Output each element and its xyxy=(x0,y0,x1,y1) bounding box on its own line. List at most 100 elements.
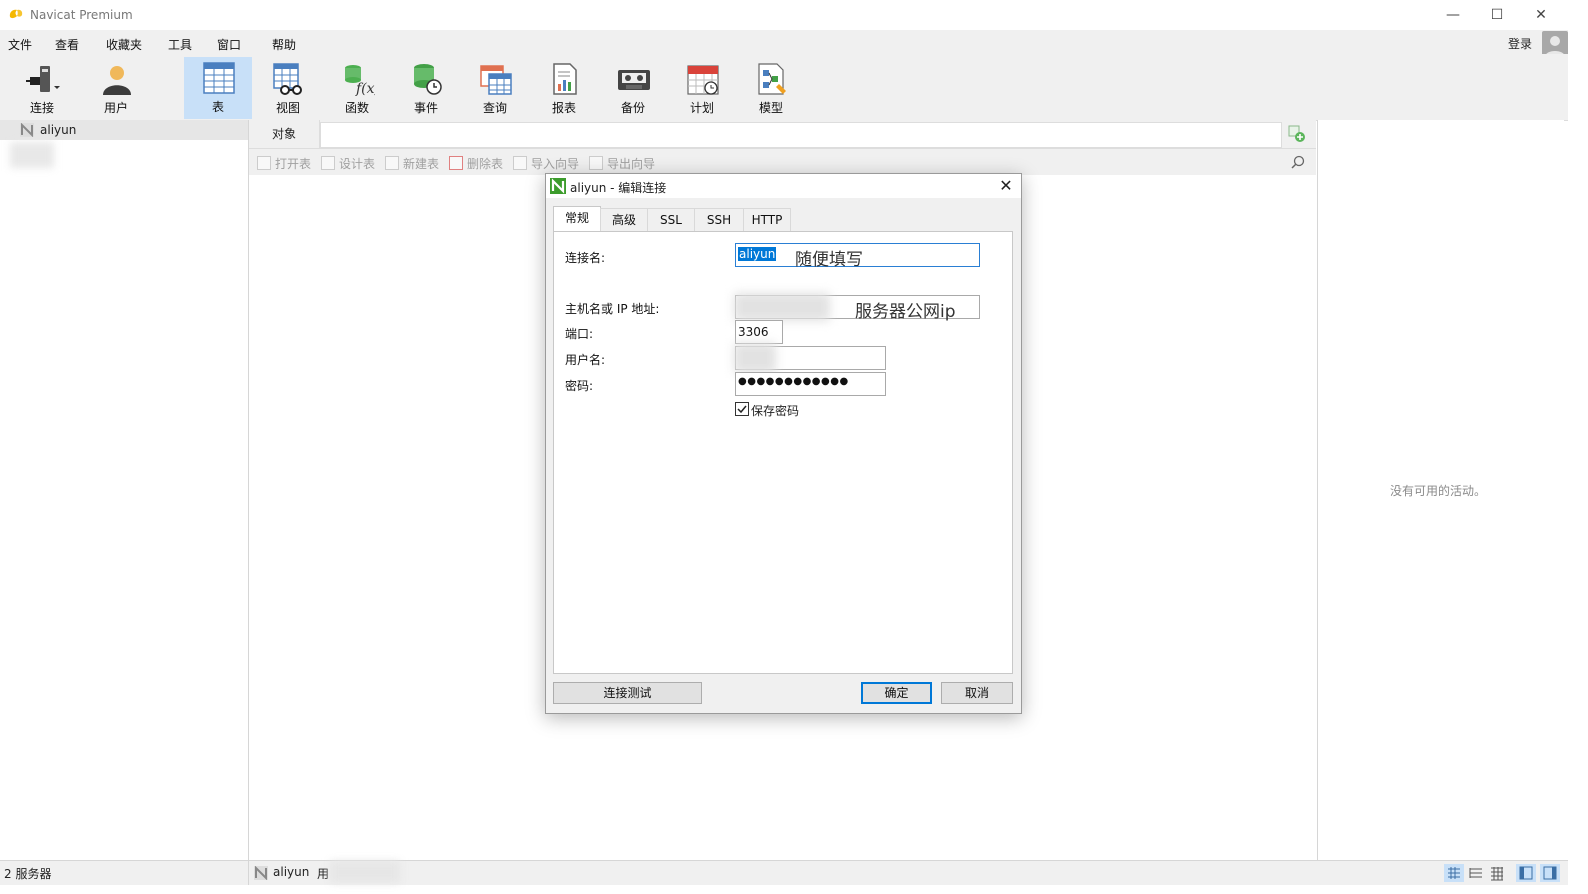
design-table-button[interactable]: 设计表 xyxy=(321,155,375,172)
minimize-button[interactable]: — xyxy=(1430,0,1476,30)
delete-table-button[interactable]: 删除表 xyxy=(449,155,503,172)
search-icon[interactable] xyxy=(1291,155,1305,169)
open-table-label: 打开表 xyxy=(275,157,312,171)
username-input[interactable] xyxy=(734,343,886,373)
toolbar-table-button[interactable]: 表 xyxy=(184,57,252,119)
import-wizard-button[interactable]: 导入向导 xyxy=(513,155,579,172)
save-password-label: 保存密码 xyxy=(751,404,800,418)
menu-help[interactable]: 帮助 xyxy=(272,36,296,53)
port-input[interactable]: 3306 xyxy=(735,320,783,344)
port-label: 端口: xyxy=(565,327,594,341)
new-table-button[interactable]: 新建表 xyxy=(385,155,439,172)
toolbar-connect-button[interactable]: 连接 xyxy=(8,58,76,118)
panel-left-icon xyxy=(1519,866,1533,880)
toggle-left-panel-button[interactable] xyxy=(1516,864,1536,882)
import-wizard-icon xyxy=(513,156,527,170)
menu-window[interactable]: 窗口 xyxy=(217,36,241,53)
dialog-close-button[interactable]: ✕ xyxy=(992,174,1020,198)
delete-table-label: 删除表 xyxy=(467,157,504,171)
port-value: 3306 xyxy=(738,325,769,339)
toggle-right-panel-button[interactable] xyxy=(1540,864,1560,882)
tab-advanced[interactable]: 高级 xyxy=(600,208,648,231)
view-icons-button[interactable] xyxy=(1444,864,1464,882)
toolbar-schedule-label: 计划 xyxy=(689,101,714,115)
toolbar-model-button[interactable]: 模型 xyxy=(737,58,805,118)
toolbar-event-button[interactable]: 事件 xyxy=(392,58,460,118)
query-icon xyxy=(480,65,512,95)
status-user: 用 xyxy=(317,867,330,881)
tree-item-aliyun[interactable]: aliyun xyxy=(0,120,248,140)
user-icon xyxy=(103,66,131,95)
new-tab-icon[interactable] xyxy=(1288,125,1306,143)
dialog-title: aliyun - 编辑连接 xyxy=(570,181,667,195)
design-table-icon xyxy=(321,156,335,170)
export-wizard-icon xyxy=(589,156,603,170)
toolbar-function-button[interactable]: f(x) 函数 xyxy=(323,58,391,118)
list-view-icon[interactable] xyxy=(1467,864,1485,882)
general-tab-panel: 连接名: aliyun 随便填写 主机名或 IP 地址: 服务器公网ip 端口:… xyxy=(553,231,1013,674)
svg-text:f(x): f(x) xyxy=(355,81,375,96)
cancel-button[interactable]: 取消 xyxy=(941,682,1013,704)
tab-general[interactable]: 常规 xyxy=(553,206,601,232)
title-bar: Navicat Premium — ☐ ✕ xyxy=(0,0,1568,31)
toolbar-view-button[interactable]: 视图 xyxy=(254,58,322,118)
menu-view[interactable]: 查看 xyxy=(55,36,79,53)
menu-tools[interactable]: 工具 xyxy=(168,36,192,53)
menu-bar: 文件 查看 收藏夹 工具 窗口 帮助 xyxy=(0,30,1568,54)
password-input[interactable]: ●●●●●●●●●●●● xyxy=(735,372,886,396)
toolbar-backup-button[interactable]: 备份 xyxy=(599,58,667,118)
conn-name-label: 连接名: xyxy=(565,251,606,265)
schedule-icon xyxy=(687,65,719,95)
toolbar-query-button[interactable]: 查询 xyxy=(461,58,529,118)
save-password-checkbox[interactable] xyxy=(735,402,749,416)
object-filter-input[interactable] xyxy=(320,122,1282,148)
toolbar-connect-label: 连接 xyxy=(29,101,54,115)
ok-button[interactable]: 确定 xyxy=(861,682,932,704)
view-icon xyxy=(273,63,302,95)
main-toolbar: 连接 用户 表 视图 f(x) xyxy=(0,54,1568,121)
connection-icon xyxy=(20,123,34,137)
test-connection-button[interactable]: 连接测试 xyxy=(553,682,702,704)
menu-file[interactable]: 文件 xyxy=(8,36,32,53)
host-input[interactable]: 服务器公网ip xyxy=(734,293,980,322)
open-table-button[interactable]: 打开表 xyxy=(257,155,311,172)
password-label: 密码: xyxy=(565,379,594,393)
maximize-button[interactable]: ☐ xyxy=(1474,0,1520,30)
edit-connection-dialog: aliyun - 编辑连接 ✕ 常规 高级 SSL SSH HTTP 连接名: … xyxy=(545,173,1022,714)
activity-panel: 没有可用的活动。 xyxy=(1317,120,1564,860)
host-note: 服务器公网ip xyxy=(855,302,956,322)
status-bar: 2 服务器 aliyun 用 xyxy=(0,860,1568,885)
tab-http[interactable]: HTTP xyxy=(743,208,791,231)
redacted-region xyxy=(734,343,776,373)
function-icon: f(x) xyxy=(345,65,375,96)
tab-ssh[interactable]: SSH xyxy=(694,208,744,231)
toolbar-query-label: 查询 xyxy=(482,101,507,115)
event-icon xyxy=(414,64,442,95)
tab-ssl[interactable]: SSL xyxy=(647,208,695,231)
tab-objects[interactable]: 对象 xyxy=(249,120,320,148)
toolbar-report-button[interactable]: 报表 xyxy=(530,58,598,118)
login-link[interactable]: 登录 xyxy=(1508,35,1532,52)
connection-tree: aliyun xyxy=(0,120,249,860)
toolbar-user-button[interactable]: 用户 xyxy=(82,58,150,118)
conn-name-input[interactable]: aliyun 随便填写 xyxy=(735,243,980,270)
close-window-button[interactable]: ✕ xyxy=(1518,0,1564,30)
table-icon xyxy=(203,62,235,94)
open-table-icon xyxy=(257,156,271,170)
toolbar-event-label: 事件 xyxy=(413,101,438,115)
design-table-label: 设计表 xyxy=(339,157,376,171)
export-wizard-button[interactable]: 导出向导 xyxy=(589,155,655,172)
detail-view-icon[interactable] xyxy=(1488,864,1506,882)
delete-table-icon xyxy=(449,156,463,170)
toolbar-user-label: 用户 xyxy=(103,101,128,115)
host-label: 主机名或 IP 地址: xyxy=(565,302,660,316)
connection-icon xyxy=(254,866,268,880)
report-icon xyxy=(553,63,577,95)
model-icon xyxy=(758,63,786,95)
conn-name-value: aliyun xyxy=(738,247,777,261)
navicat-connection-icon xyxy=(550,178,566,194)
menu-favorites[interactable]: 收藏夹 xyxy=(106,36,142,53)
redacted-region xyxy=(10,142,54,168)
object-tab-bar: 对象 xyxy=(249,120,1316,149)
toolbar-schedule-button[interactable]: 计划 xyxy=(668,58,736,118)
